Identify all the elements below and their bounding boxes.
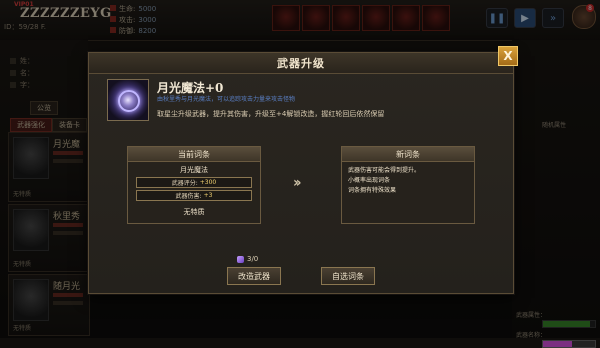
arrow-right-icon: ›› (293, 175, 301, 191)
moon-magic-icon (107, 79, 149, 121)
upgrade-text: 取星尘升级武器，提升其伤害，升级至+4解锁改造，握红轮回后依然保留 (157, 110, 385, 118)
stat-row-damage: 武器伤害: +3 (136, 190, 252, 201)
new-affix-line: 小概率出现词条 (348, 177, 391, 184)
new-affix-line: 武器伤害可能会得到提升。 (348, 167, 421, 174)
new-affix-box: 新词条 武器伤害可能会得到提升。 小概率出现词条 词条拥有特殊效果 (341, 146, 475, 224)
mp-bar (542, 340, 596, 348)
current-affix-special: 无特质 (183, 208, 205, 216)
weapon-upgrade-modal: 武器升级 月光魔法+0 由秋里秀与月光魔法，可以追踪攻击力量来攻击怪物 取星尘升… (88, 52, 514, 294)
upgrade-cost: 3/0 (237, 255, 258, 263)
modal-title: 武器升级 (277, 57, 325, 70)
current-affix-box: 当前词条 月光魔法 武器评分: +300 武器伤害: +3 无特质 (127, 146, 261, 224)
modal-header: 武器升级 (89, 53, 513, 74)
custom-affix-button[interactable]: 自选词条 (321, 267, 375, 285)
modify-weapon-button[interactable]: 改造武器 (227, 267, 281, 285)
current-affix-name: 月光魔法 (180, 166, 208, 174)
close-button[interactable]: X (498, 46, 518, 66)
new-affix-header: 新词条 (342, 147, 474, 162)
stat-row-score: 武器评分: +300 (136, 177, 252, 188)
current-affix-header: 当前词条 (128, 147, 260, 162)
gem-icon (237, 255, 244, 263)
item-description: 由秋里秀与月光魔法，可以追踪攻击力量来攻击怪物 (157, 96, 296, 103)
new-affix-line: 词条拥有特殊效果 (348, 187, 397, 194)
